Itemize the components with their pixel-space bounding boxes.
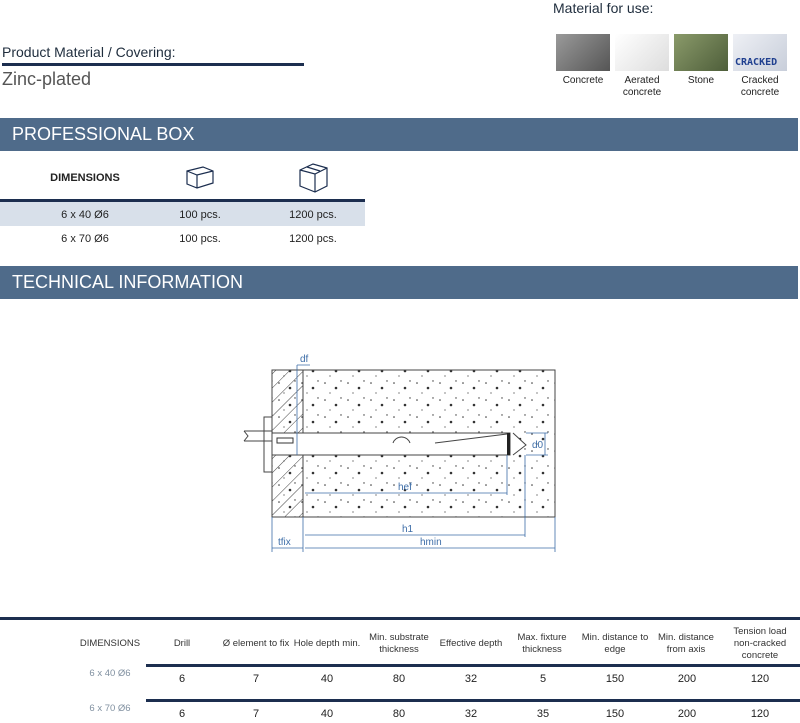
box-large-qty: 1200 pcs. (289, 233, 337, 245)
professional-box-header: PROFESSIONAL BOX (0, 118, 798, 151)
column-header: Tension load non-cracked concrete (733, 626, 787, 661)
table-cell: 150 (605, 673, 625, 685)
divider (2, 63, 304, 66)
row-dimension: 6 x 40 Ø6 (89, 668, 131, 679)
df-label: df (300, 354, 309, 365)
h1-label: h1 (402, 524, 414, 535)
material-stone: Stone (674, 34, 728, 87)
table-cell: 5 (539, 673, 547, 685)
table-cell: 6 (178, 708, 186, 720)
box-small-qty: 100 pcs. (179, 209, 221, 221)
table-cell: 7 (252, 708, 260, 720)
product-material-value: Zinc-plated (2, 69, 92, 89)
small-box-icon (186, 166, 214, 189)
column-header: Max. fixture thickness (517, 632, 567, 655)
table-cell: 40 (320, 673, 334, 685)
dimensions-header: DIMENSIONS (50, 172, 120, 184)
divider (0, 617, 800, 620)
column-header: DIMENSIONS (79, 638, 141, 649)
box-dimension: 6 x 40 Ø6 (61, 209, 109, 221)
column-header: Min. distance to edge (581, 632, 649, 655)
column-header: Drill (173, 638, 191, 649)
cracked-concrete-image: CRACKED (733, 34, 787, 71)
table-cell: 80 (392, 673, 406, 685)
material-cracked: CRACKED Cracked concrete (733, 34, 787, 99)
column-header: Ø element to fix (222, 638, 290, 649)
table-cell: 200 (677, 673, 697, 685)
stone-image (674, 34, 728, 71)
column-header: Effective depth (439, 638, 503, 649)
row-dimension: 6 x 70 Ø6 (89, 703, 131, 714)
table-cell: 120 (750, 673, 770, 685)
material-title: Material for use: (553, 0, 654, 16)
column-header: Hole depth min. (293, 638, 361, 649)
table-cell: 40 (320, 708, 334, 720)
material-label: Stone (687, 75, 715, 86)
tfix-label: tfix (278, 537, 291, 548)
concrete-image (556, 34, 610, 71)
material-label: Aerated concrete (622, 75, 662, 98)
hef-label: hef (398, 482, 412, 493)
table-cell: 32 (464, 673, 478, 685)
table-cell: 6 (178, 673, 186, 685)
hmin-label: hmin (420, 537, 442, 548)
d0-label: d0 (532, 440, 544, 451)
table-cell: 32 (464, 708, 478, 720)
table-cell: 200 (677, 708, 697, 720)
box-dimension: 6 x 70 Ø6 (61, 233, 109, 245)
column-header: Min. distance from axis (658, 632, 714, 655)
table-cell: 120 (750, 708, 770, 720)
table-cell: 80 (392, 708, 406, 720)
divider (146, 699, 800, 702)
material-concrete: Concrete (556, 34, 610, 87)
cracked-overlay: CRACKED (735, 57, 778, 68)
product-material-label: Product Material / Covering: (2, 44, 176, 60)
column-header: Min. substrate thickness (369, 632, 429, 655)
box-small-qty: 100 pcs. (179, 233, 221, 245)
technical-information-header: TECHNICAL INFORMATION (0, 266, 798, 299)
table-cell: 150 (605, 708, 625, 720)
material-aerated: Aerated concrete (615, 34, 669, 99)
box-large-qty: 1200 pcs. (289, 209, 337, 221)
aerated-concrete-image (615, 34, 669, 71)
anchor-installation-diagram: df d0 hef h1 hmin tfix (243, 354, 556, 552)
table-cell: 35 (536, 708, 550, 720)
material-label: Concrete (562, 75, 604, 86)
divider (146, 664, 800, 667)
table-cell: 7 (252, 673, 260, 685)
large-box-icon (299, 163, 328, 193)
material-label: Cracked concrete (740, 75, 780, 98)
